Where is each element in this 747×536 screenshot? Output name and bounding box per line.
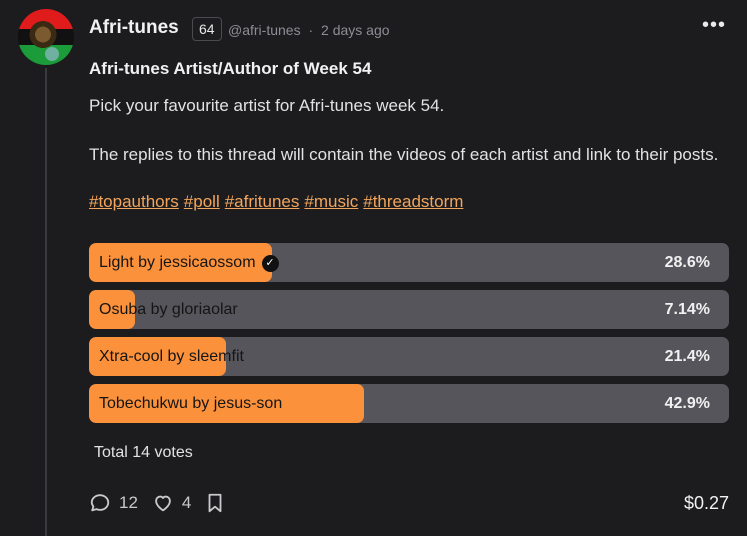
globe-emblem [45, 47, 59, 61]
post-paragraph: Pick your favourite artist for Afri-tune… [89, 96, 445, 115]
post-time: 2 days ago [321, 22, 390, 38]
like-button[interactable]: 4 [152, 492, 191, 514]
poll: Light by jessicaossom ✓ 28.6% Osuba by gl… [89, 243, 729, 431]
comment-count: 12 [119, 493, 138, 512]
author-handle[interactable]: @afri-tunes [228, 22, 301, 38]
meta-separator: · [308, 22, 314, 38]
poll-total-votes: Total 14 votes [94, 444, 193, 461]
poll-option[interactable]: Osuba by gloriaolar 7.14% [89, 290, 729, 329]
poll-option[interactable]: Xtra-cool by sleemfit 21.4% [89, 337, 729, 376]
more-options-icon[interactable]: ••• [702, 14, 726, 37]
like-count: 4 [181, 493, 192, 512]
poll-option-percent: 28.6% [664, 254, 710, 271]
poll-option-label: Light by jessicaossom [99, 254, 256, 271]
post-paragraph: The replies to this thread will contain … [89, 145, 719, 164]
tag-list: #topauthors #poll #afritunes #music #threads… [89, 192, 468, 212]
tag-link[interactable]: #threadstorm [363, 192, 463, 211]
post-title: Afri-tunes Artist/Author of Week 54 [89, 59, 372, 78]
tag-link[interactable]: #topauthors [89, 192, 179, 211]
poll-option-percent: 7.14% [664, 301, 710, 318]
author-meta: @afri-tunes · 2 days ago [228, 22, 390, 38]
poll-option-label: Tobechukwu by jesus-son [99, 395, 283, 412]
bookmark-button[interactable] [205, 492, 233, 514]
poll-option-percent: 21.4% [664, 348, 710, 365]
tag-link[interactable]: #poll [184, 192, 220, 211]
poll-option-label: Xtra-cool by sleemfit [99, 348, 244, 365]
comment-button[interactable]: 12 [89, 492, 138, 514]
reputation-badge: 64 [192, 17, 222, 41]
thread-line [45, 68, 47, 536]
post-actions: 12 4 [89, 490, 247, 516]
heart-icon [155, 495, 171, 512]
avatar[interactable] [18, 9, 74, 65]
bookmark-icon [208, 493, 222, 513]
voted-check-icon: ✓ [261, 255, 279, 272]
poll-option-percent: 42.9% [664, 395, 710, 412]
poll-option[interactable]: Tobechukwu by jesus-son 42.9% [89, 384, 729, 423]
tag-link[interactable]: #afritunes [225, 192, 300, 211]
comment-icon [90, 494, 110, 512]
poll-option-label: Osuba by gloriaolar [99, 301, 238, 318]
poll-option[interactable]: Light by jessicaossom ✓ 28.6% [89, 243, 729, 282]
tag-link[interactable]: #music [304, 192, 358, 211]
payout-value[interactable]: $0.27 [684, 493, 729, 514]
author-name[interactable]: Afri-tunes [89, 17, 179, 39]
